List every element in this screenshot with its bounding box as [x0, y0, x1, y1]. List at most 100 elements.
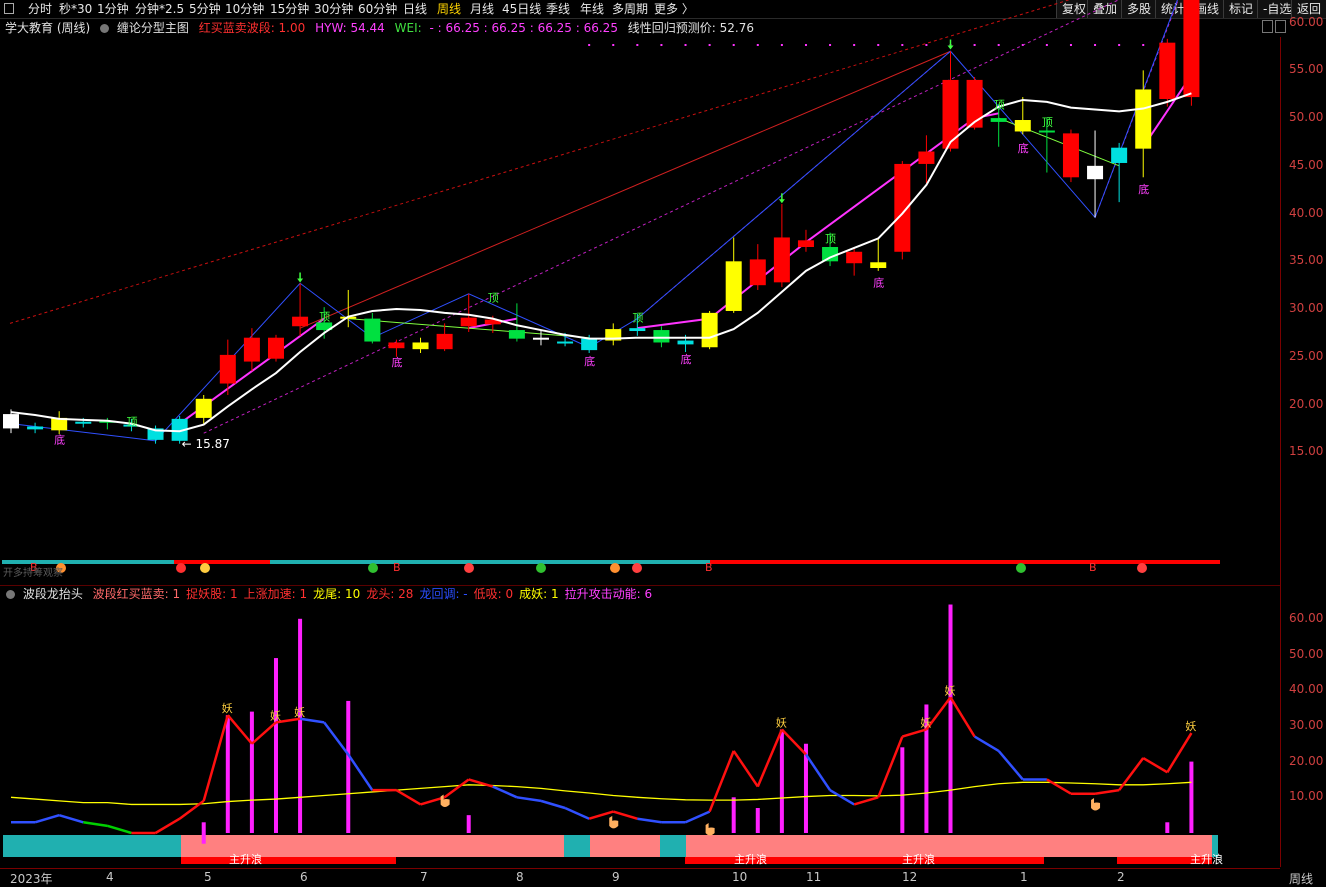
yao-mark: 妖: [776, 715, 787, 729]
signal-icon: [176, 563, 186, 573]
trend-line: [9, 0, 1071, 324]
top-mark: 顶: [825, 232, 836, 245]
dragon-head-line: [347, 753, 374, 791]
momentum-bar: [249, 711, 254, 833]
dragon-head-line: [516, 796, 542, 803]
signal-dot: [877, 44, 880, 46]
signal-dot: [973, 44, 976, 46]
signal-strip: [270, 560, 710, 564]
momentum-bar: [731, 797, 736, 833]
candle-body: [1135, 89, 1152, 149]
indicator-tick-label: 20.00: [1289, 753, 1324, 768]
momentum-bar: [201, 822, 206, 844]
dragon-head-line: [708, 750, 735, 813]
top-mark: 顶: [994, 99, 1005, 112]
signal-dot: [780, 44, 783, 46]
bottom-mark: 底: [1138, 182, 1149, 196]
candle-body: [557, 341, 574, 344]
dragon-head-line: [901, 728, 927, 738]
yao-mark: 妖: [920, 715, 931, 729]
bottom-mark: 底: [54, 432, 65, 446]
dragon-head-line: [299, 717, 325, 724]
candle-body: [1062, 133, 1079, 178]
signal-dot: [925, 44, 928, 46]
dragon-head-line: [564, 806, 590, 820]
momentum-bar: [346, 700, 351, 833]
trend-band: [3, 835, 1218, 857]
momentum-bar: [225, 715, 230, 833]
price-tick-label: 25.00: [1289, 348, 1324, 363]
trend-band: [564, 835, 590, 857]
main-wave-bar: [181, 857, 396, 864]
buy-mark: B: [1089, 561, 1097, 574]
candle-body: [1183, 0, 1200, 98]
indicator-tick-label: 50.00: [1289, 646, 1324, 661]
candle-body: [292, 316, 309, 327]
moving-average-line: [10, 92, 1192, 433]
dragon-head-line: [829, 789, 855, 806]
signal-strip: [2, 560, 174, 564]
dragon-head-line: [853, 796, 879, 806]
dragon-head-line: [973, 735, 1000, 752]
signal-dot: [636, 44, 639, 46]
main-wave-label: 主升浪: [734, 852, 767, 866]
dragon-head-line: [443, 778, 470, 799]
chart-canvas[interactable]: 顶顶顶顶顶顶顶底底底底底底底66.25← 15.87BBBB开多持筹观察主升浪主…: [0, 0, 1280, 886]
candle-body: [388, 342, 405, 349]
candle-body: [990, 118, 1007, 122]
momentum-bar: [900, 747, 905, 833]
candle-body: [364, 318, 381, 342]
main-wave-label: 主升浪: [229, 852, 262, 866]
signal-dot: [1118, 44, 1121, 46]
indicator-tick-label: 60.00: [1289, 610, 1324, 625]
candle-body: [870, 262, 887, 269]
buy-mark: B: [393, 561, 401, 574]
bottom-status-text: 开多持筹观察: [3, 566, 63, 579]
top-mark: 顶: [126, 416, 137, 429]
dragon-head-line: [83, 821, 108, 828]
sell-arrow-icon: [778, 199, 785, 204]
candle-body: [653, 330, 670, 343]
dragon-head-line: [997, 750, 1024, 781]
bottom-mark: 底: [873, 276, 884, 290]
dragon-head-line: [323, 721, 350, 756]
candle-body: [629, 328, 646, 332]
bottom-mark: 底: [681, 352, 692, 366]
signal-dot: [829, 44, 832, 46]
momentum-bar: [948, 604, 953, 833]
price-tick-label: 20.00: [1289, 396, 1324, 411]
signal-dot: [1094, 44, 1097, 46]
yao-mark: 妖: [294, 705, 305, 719]
top-mark: 顶: [1042, 116, 1053, 129]
price-tick-label: 30.00: [1289, 301, 1324, 316]
signal-dot: [1045, 44, 1048, 46]
momentum-bar: [273, 658, 278, 833]
hand-pointer-icon: [705, 823, 715, 836]
candle-body: [918, 151, 935, 164]
signal-icon: [368, 563, 378, 573]
dragon-head-line: [226, 714, 253, 745]
dragon-head-line: [732, 750, 759, 788]
candle-body: [1038, 130, 1055, 133]
signal-dot: [1142, 44, 1145, 46]
momentum-bar: [1165, 822, 1170, 833]
candle-body: [460, 317, 477, 327]
dragon-head-line: [949, 696, 976, 738]
candle-body: [749, 259, 766, 286]
candle-body: [3, 414, 19, 429]
sell-arrow-icon: [297, 278, 304, 283]
hand-pointer-icon: [609, 815, 619, 829]
signal-icon: [536, 563, 546, 573]
sell-arrow-icon: [947, 45, 954, 50]
momentum-bar: [298, 618, 303, 833]
dragon-head-line: [202, 714, 230, 802]
trend-band: [3, 835, 181, 857]
signal-dot: [756, 44, 759, 46]
candle-body: [701, 312, 718, 348]
candle-body: [1087, 165, 1104, 180]
dragon-head-line: [685, 810, 711, 824]
price-tick-label: 55.00: [1289, 62, 1324, 77]
candle-body: [27, 426, 44, 430]
signal-dot: [901, 44, 904, 46]
momentum-bar: [1189, 761, 1194, 833]
